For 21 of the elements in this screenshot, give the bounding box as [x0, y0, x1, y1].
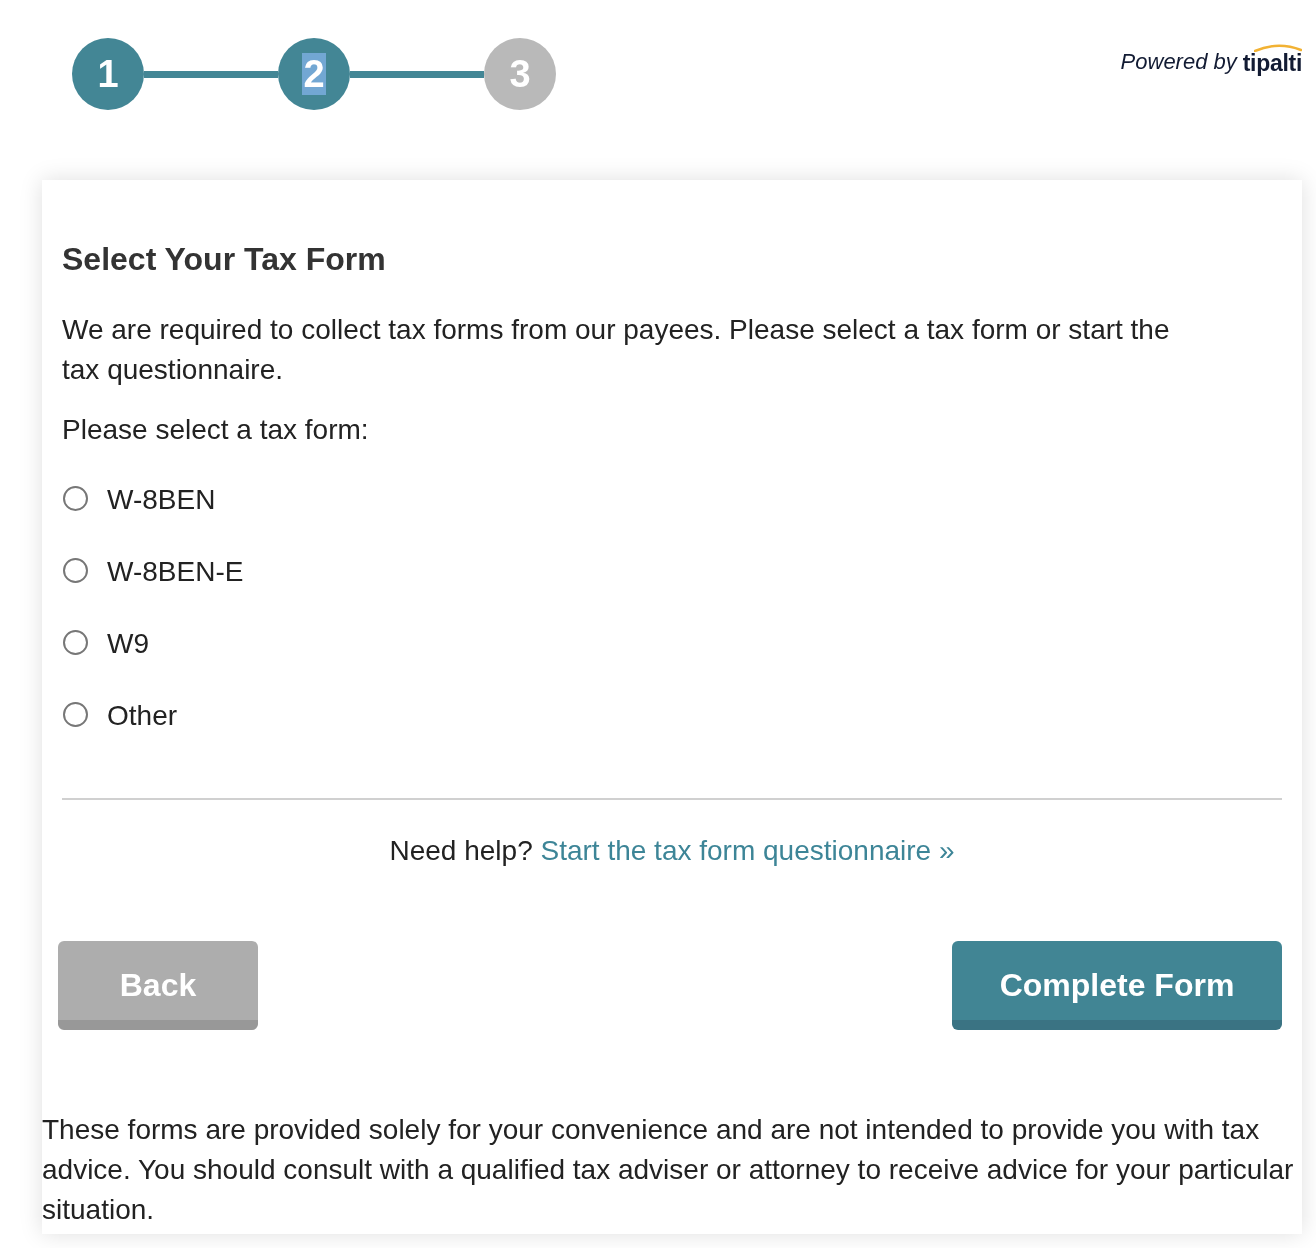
questionnaire-link[interactable]: Start the tax form questionnaire » [540, 835, 955, 866]
option-label[interactable]: W9 [107, 627, 149, 661]
step-number: 3 [508, 53, 532, 95]
logo-text: tipalti [1242, 52, 1302, 74]
radio-button[interactable] [63, 701, 88, 727]
step-number: 1 [96, 53, 120, 95]
help-text: Need help? [389, 835, 533, 866]
disclaimer-text: These forms are provided solely for your convenience and are not intended to provide you with tax advice. You should consult with a qualified tax adviser or attorney to receive advice for your particular situation. [42, 1113, 1295, 1227]
powered-by-text: Powered by [1120, 50, 1237, 74]
intro-text: We are required to collect tax forms from our payees. Please select a tax form or start the tax questionnaire. [62, 313, 1171, 387]
step-number: 2 [302, 53, 326, 95]
prompt-text: Please select a tax form: [62, 413, 370, 447]
form-title: Select Your Tax Form [62, 240, 387, 278]
option-label[interactable]: W-8BEN-E [107, 555, 244, 589]
radio-button[interactable] [63, 629, 88, 655]
complete-form-button[interactable]: Complete Form [952, 941, 1282, 1030]
radio-button[interactable] [63, 485, 88, 511]
option-label[interactable]: Other [107, 699, 178, 733]
option-label[interactable]: W-8BEN [107, 483, 216, 517]
swoosh-icon [1254, 44, 1302, 52]
radio-button[interactable] [63, 557, 88, 583]
